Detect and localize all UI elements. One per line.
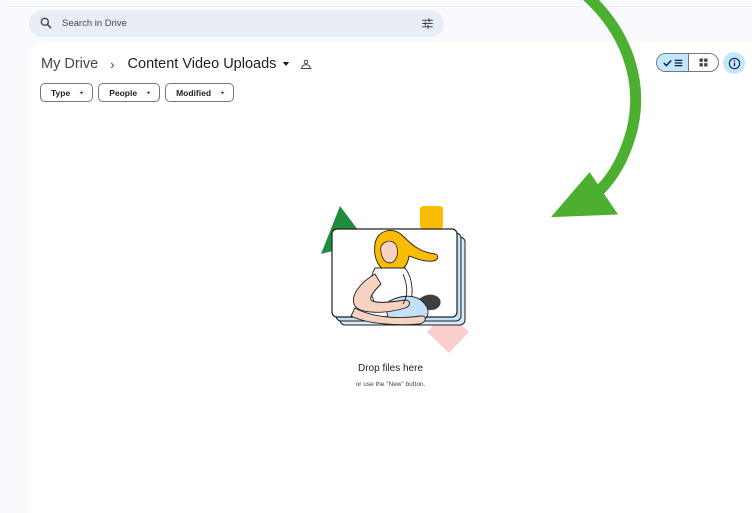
tune-icon[interactable] (421, 17, 434, 30)
view-toggle[interactable] (656, 53, 719, 72)
grid-view-button[interactable] (689, 54, 718, 71)
filter-type-label: Type (51, 87, 71, 98)
list-icon (674, 59, 682, 66)
breadcrumb-separator: › (110, 56, 115, 72)
left-rail (0, 6, 8, 513)
filter-modified-label: Modified (176, 87, 212, 98)
search-bar[interactable] (29, 10, 444, 37)
details-info-button[interactable] (723, 52, 745, 74)
breadcrumb-current-folder[interactable]: Content Video Uploads (128, 56, 277, 72)
info-icon (728, 57, 740, 69)
caret-down-icon (146, 91, 151, 94)
grid-icon (699, 58, 708, 67)
caret-down-icon[interactable] (282, 61, 290, 67)
search-icon (40, 17, 52, 29)
check-icon (662, 59, 672, 67)
caret-down-icon (79, 91, 84, 94)
caret-down-icon (220, 91, 225, 94)
annotation-arrow-icon (550, 0, 642, 218)
empty-folder-illustration (321, 206, 469, 353)
search-input[interactable] (62, 10, 392, 37)
breadcrumb-my-drive[interactable]: My Drive (41, 56, 98, 72)
empty-state-subtitle: or use the “New” button. (355, 381, 426, 388)
filter-people-label: People (109, 87, 138, 98)
filter-chips: Type People Modified (40, 83, 235, 102)
filter-people-chip[interactable]: People (98, 83, 161, 102)
list-view-button[interactable] (657, 54, 689, 71)
breadcrumb: My Drive › Content Video Uploads (41, 54, 312, 74)
filter-modified-chip[interactable]: Modified (165, 83, 235, 102)
empty-state-title: Drop files here (357, 363, 424, 374)
filter-type-chip[interactable]: Type (40, 83, 94, 102)
shared-folder-icon (300, 59, 312, 69)
